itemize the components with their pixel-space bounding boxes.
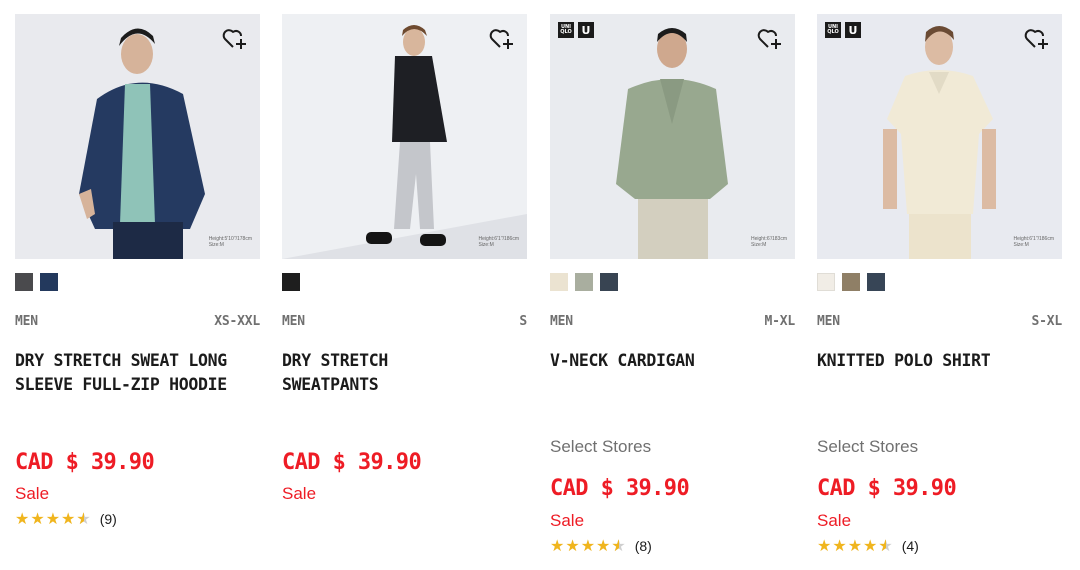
heart-plus-icon[interactable]: [220, 24, 250, 54]
product-meta: MEN S: [282, 314, 527, 329]
product-name[interactable]: DRY STRETCH SWEAT LONG SLEEVE FULL-ZIP H…: [15, 349, 265, 397]
sale-label: Sale: [15, 484, 50, 503]
uniqlo-u-badges: UNI QLO U: [825, 22, 861, 38]
color-swatch[interactable]: [817, 273, 835, 291]
size-range: S-XL: [1031, 314, 1062, 329]
product-name[interactable]: DRY STRETCH SWEATPANTS: [282, 349, 532, 397]
color-swatch[interactable]: [15, 273, 33, 291]
color-swatches: [817, 273, 885, 291]
product-meta: MEN M-XL: [550, 314, 795, 329]
product-image[interactable]: Height:5'10"/178cm Size:M: [15, 14, 260, 259]
product-card[interactable]: UNI QLO U Height:6'/183cm Size:M MEN M-X…: [550, 14, 795, 555]
product-name[interactable]: V-NECK CARDIGAN: [550, 349, 800, 373]
uniqlo-u-logo-icon: U: [578, 22, 594, 38]
heart-plus-icon[interactable]: [1022, 24, 1052, 54]
color-swatch[interactable]: [550, 273, 568, 291]
model-height: Height:6'1"/186cm: [478, 235, 519, 242]
heart-plus-icon[interactable]: [487, 24, 517, 54]
product-name-line: V-NECK CARDIGAN: [550, 351, 695, 370]
product-name[interactable]: KNITTED POLO SHIRT: [817, 349, 1067, 373]
product-name-line: SWEATPANTS: [282, 375, 379, 394]
model-info: Height:6'1"/186cm Size:M: [1013, 236, 1054, 250]
uniqlo-u-badges: UNI QLO U: [558, 22, 594, 38]
sale-label: Sale: [817, 511, 852, 530]
select-stores-label: Select Stores: [550, 437, 652, 456]
color-swatches: [282, 273, 300, 291]
rating[interactable]: ★★★★★ (8): [550, 536, 652, 555]
product-card[interactable]: Height:5'10"/178cm Size:M MEN XS-XXL DRY…: [15, 14, 260, 528]
select-stores-label: Select Stores: [817, 437, 919, 456]
star-rating-icon: ★★★★★: [817, 536, 894, 555]
uniqlo-u-logo-icon: U: [845, 22, 861, 38]
gender-label: MEN: [817, 314, 840, 329]
color-swatch[interactable]: [575, 273, 593, 291]
size-range: XS-XXL: [214, 314, 260, 329]
price: CAD $ 39.90: [550, 476, 690, 501]
model-info: Height:6'1"/186cm Size:M: [478, 236, 519, 250]
color-swatch[interactable]: [867, 273, 885, 291]
product-card[interactable]: UNI QLO U Height:6'1"/186cm Size:M MEN S…: [817, 14, 1062, 555]
model-size: Size:M: [1013, 242, 1029, 249]
heart-plus-icon[interactable]: [755, 24, 785, 54]
model-size: Size:M: [478, 242, 494, 249]
gender-label: MEN: [550, 314, 573, 329]
model-info: Height:6'/183cm Size:M: [751, 236, 787, 250]
model-height: Height:6'1"/186cm: [1013, 235, 1054, 242]
product-name-line: SLEEVE FULL-ZIP HOODIE: [15, 375, 227, 394]
star-rating-icon: ★★★★★: [550, 536, 627, 555]
product-image[interactable]: UNI QLO U Height:6'1"/186cm Size:M: [817, 14, 1062, 259]
sale-label: Sale: [282, 484, 317, 503]
model-height: Height:5'10"/178cm: [208, 235, 252, 242]
gender-label: MEN: [15, 314, 38, 329]
model-height: Height:6'/183cm: [751, 235, 787, 242]
model-size: Size:M: [751, 242, 767, 249]
star-rating-icon: ★★★★★: [15, 509, 92, 528]
rating[interactable]: ★★★★★ (9): [15, 509, 117, 528]
price: CAD $ 39.90: [282, 450, 422, 475]
price: CAD $ 39.90: [817, 476, 957, 501]
review-count: (8): [634, 537, 652, 554]
product-meta: MEN S-XL: [817, 314, 1062, 329]
product-meta: MEN XS-XXL: [15, 314, 260, 329]
color-swatch[interactable]: [842, 273, 860, 291]
color-swatches: [15, 273, 58, 291]
product-image[interactable]: Height:6'1"/186cm Size:M: [282, 14, 527, 259]
color-swatches: [550, 273, 618, 291]
rating[interactable]: ★★★★★ (4): [817, 536, 919, 555]
color-swatch[interactable]: [600, 273, 618, 291]
uniqlo-logo-icon: UNI QLO: [825, 22, 841, 38]
color-swatch[interactable]: [282, 273, 300, 291]
review-count: (4): [901, 537, 919, 554]
product-name-line: DRY STRETCH: [282, 351, 388, 370]
gender-label: MEN: [282, 314, 305, 329]
model-info: Height:5'10"/178cm Size:M: [209, 236, 252, 250]
model-size: Size:M: [208, 242, 224, 249]
review-count: (9): [99, 510, 117, 527]
size-range: M-XL: [764, 314, 795, 329]
product-name-line: KNITTED POLO SHIRT: [817, 351, 991, 370]
sale-label: Sale: [550, 511, 585, 530]
uniqlo-logo-icon: UNI QLO: [558, 22, 574, 38]
price: CAD $ 39.90: [15, 450, 155, 475]
product-image[interactable]: UNI QLO U Height:6'/183cm Size:M: [550, 14, 795, 259]
product-name-line: DRY STRETCH SWEAT LONG: [15, 351, 227, 370]
color-swatch[interactable]: [40, 273, 58, 291]
size-range: S: [519, 314, 527, 329]
product-card[interactable]: Height:6'1"/186cm Size:M MEN S DRY STRET…: [282, 14, 527, 503]
